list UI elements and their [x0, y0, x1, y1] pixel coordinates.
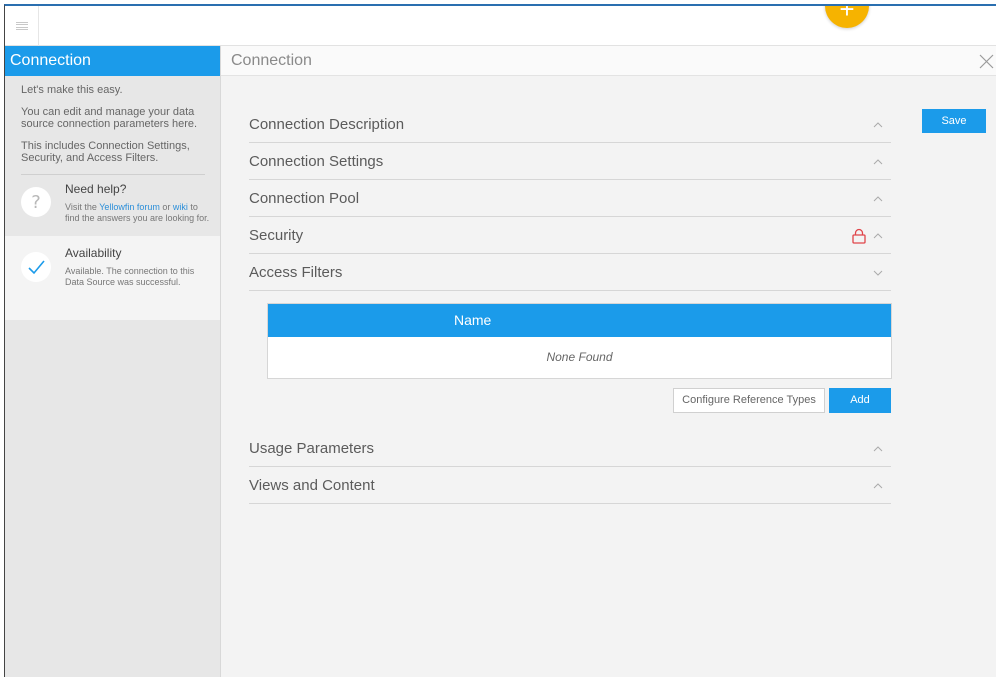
chevron-down-icon [873, 270, 883, 276]
help-text: or [159, 202, 173, 212]
app-frame: + Connection Let's make this easy. You c… [4, 4, 996, 677]
svg-text:?: ? [31, 192, 41, 213]
section-views-and-content[interactable]: Views and Content [249, 467, 891, 504]
save-button[interactable]: Save [922, 109, 986, 133]
help-text: Visit the [65, 202, 100, 212]
section-connection-description[interactable]: Connection Description [249, 106, 891, 143]
section-label: Access Filters [249, 264, 343, 281]
yellowfin-forum-link[interactable]: Yellowfin forum [99, 202, 160, 212]
empty-state: None Found [546, 350, 613, 364]
chevron-up-icon [873, 233, 883, 239]
page-title: Connection [231, 52, 312, 69]
access-filters-table: Name None Found [267, 303, 892, 379]
sidebar: Connection Let's make this easy. You can… [5, 46, 220, 677]
add-button[interactable]: Add [829, 388, 891, 413]
create-plus-button[interactable]: + [825, 6, 869, 28]
wiki-link[interactable]: wiki [173, 202, 188, 212]
help-title: Need help? [65, 182, 127, 196]
lock-icon [852, 228, 866, 244]
chevron-up-icon [873, 446, 883, 452]
close-icon[interactable] [978, 53, 995, 70]
section-security[interactable]: Security [249, 217, 891, 254]
chevron-up-icon [873, 196, 883, 202]
section-label: Security [249, 227, 304, 244]
help-body: Visit the Yellowfin forum or wiki to fin… [65, 202, 212, 224]
intro-line: You can edit and manage your data source… [21, 106, 198, 130]
intro-line: This includes Connection Settings, Secur… [21, 140, 190, 164]
chevron-up-icon [873, 483, 883, 489]
column-header-name[interactable]: Name [268, 304, 891, 337]
section-label: Views and Content [249, 477, 375, 494]
section-label: Connection Pool [249, 190, 360, 207]
section-list: Connection Description Connection Settin… [249, 106, 891, 291]
question-mark-icon: ? [21, 187, 51, 217]
availability-title: Availability [65, 246, 122, 260]
main-panel: Connection Save Connection Description C… [220, 46, 996, 677]
menu-icon[interactable] [5, 6, 39, 46]
help-box: ? Need help? Visit the Yellowfin forum o… [5, 175, 220, 236]
section-label: Connection Settings [249, 153, 384, 170]
availability-text: Available. The connection to this Data S… [65, 266, 195, 287]
chevron-up-icon [873, 122, 883, 128]
section-connection-settings[interactable]: Connection Settings [249, 143, 891, 180]
sidebar-title: Connection [5, 46, 220, 76]
section-access-filters[interactable]: Access Filters [249, 254, 891, 291]
section-list-lower: Usage Parameters Views and Content [249, 430, 891, 504]
top-bar: + [5, 6, 996, 46]
section-connection-pool[interactable]: Connection Pool [249, 180, 891, 217]
availability-box: Availability Available. The connection t… [5, 236, 220, 320]
checkmark-icon [21, 252, 51, 282]
intro-line: Let's make this easy. [21, 84, 123, 96]
configure-reference-types-button[interactable]: Configure Reference Types [673, 388, 825, 413]
main-header: Connection [221, 46, 996, 76]
chevron-up-icon [873, 159, 883, 165]
section-usage-parameters[interactable]: Usage Parameters [249, 430, 891, 467]
sidebar-intro: Let's make this easy. You can edit and m… [5, 76, 220, 164]
section-label: Usage Parameters [249, 440, 375, 457]
section-label: Connection Description [249, 116, 405, 133]
